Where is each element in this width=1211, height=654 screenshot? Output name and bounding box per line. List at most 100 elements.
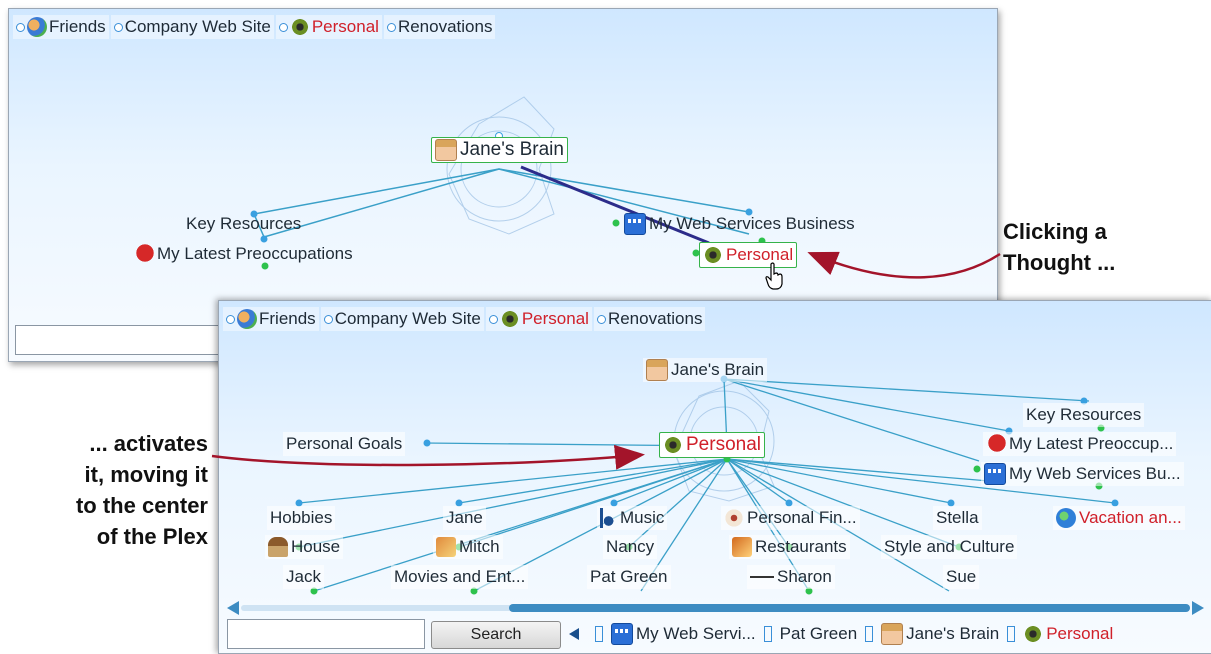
pin-label: Renovations bbox=[397, 17, 493, 36]
thought-my-web-services-business[interactable]: My Web Services Bu... bbox=[981, 462, 1184, 486]
thought-label: Hobbies bbox=[270, 508, 333, 527]
pin-dot-icon bbox=[323, 314, 333, 324]
thought-my-web-services-business[interactable]: My Web Services Business bbox=[621, 212, 858, 236]
thought-label: Personal bbox=[686, 434, 761, 455]
pin-friends[interactable]: Friends bbox=[223, 307, 319, 331]
thought-hobbies[interactable]: Hobbies bbox=[267, 506, 336, 530]
thought-mitch[interactable]: Mitch bbox=[433, 535, 503, 559]
thought-label: House bbox=[291, 537, 341, 556]
pin-dot-icon bbox=[16, 22, 25, 32]
search-input[interactable] bbox=[227, 619, 425, 649]
thought-label: Key Resources bbox=[1026, 405, 1142, 424]
pin-renovations[interactable]: Renovations bbox=[593, 307, 706, 331]
history-item-pat-green[interactable]: Pat Green bbox=[780, 624, 858, 644]
brain-window-after: Friends Company Web Site Personal Renova… bbox=[218, 300, 1211, 654]
pin-dot-icon bbox=[278, 22, 288, 32]
moth-icon bbox=[703, 245, 723, 265]
web-icon bbox=[984, 463, 1006, 485]
history-item-personal[interactable]: Personal bbox=[1023, 624, 1113, 644]
thought-style-and-culture[interactable]: Style and Culture bbox=[881, 535, 1018, 559]
search-input[interactable] bbox=[15, 325, 221, 355]
history-label: My Web Servi... bbox=[636, 624, 756, 643]
thought-jack[interactable]: Jack bbox=[283, 565, 324, 589]
callout-clicking-a-thought: Clicking a Thought ... bbox=[1003, 219, 1116, 275]
thought-label: Jane's Brain bbox=[671, 360, 765, 379]
thought-janes-brain[interactable]: Jane's Brain bbox=[643, 358, 768, 382]
pin-label: Personal bbox=[521, 309, 589, 328]
history-separator-icon bbox=[595, 626, 603, 642]
history-label: Personal bbox=[1046, 624, 1114, 643]
thought-sue[interactable]: Sue bbox=[943, 565, 980, 589]
back-arrow-icon[interactable] bbox=[569, 628, 579, 640]
thought-label: Movies and Ent... bbox=[394, 567, 526, 586]
history-separator-icon bbox=[865, 626, 874, 642]
friends-icon bbox=[237, 309, 257, 329]
thought-sharon[interactable]: Sharon bbox=[747, 565, 835, 589]
thought-label: My Latest Preoccupations bbox=[157, 244, 353, 263]
moth-icon bbox=[663, 435, 683, 455]
thought-my-latest-preoccupations[interactable]: My Latest Preoccup... bbox=[983, 432, 1177, 456]
pin-personal[interactable]: Personal bbox=[275, 15, 382, 39]
thought-nancy[interactable]: Nancy bbox=[603, 535, 658, 559]
thought-personal-active[interactable]: Personal bbox=[659, 432, 765, 458]
plex-watermark-icon bbox=[446, 96, 555, 235]
pin-renovations[interactable]: Renovations bbox=[383, 15, 496, 39]
pin-personal[interactable]: Personal bbox=[485, 307, 592, 331]
search-button[interactable]: Search bbox=[431, 621, 561, 649]
thought-janes-brain[interactable]: Jane's Brain bbox=[431, 137, 568, 163]
thought-restaurants[interactable]: Restaurants bbox=[729, 535, 850, 559]
heart-icon bbox=[986, 434, 1006, 454]
pin-dot-icon bbox=[113, 22, 123, 32]
scroll-right-arrow-icon[interactable] bbox=[1192, 601, 1204, 615]
thought-label: Sharon bbox=[777, 567, 832, 586]
scroll-thumb[interactable] bbox=[509, 604, 1190, 612]
thought-jane[interactable]: Jane bbox=[443, 506, 486, 530]
thought-movies[interactable]: Movies and Ent... bbox=[391, 565, 529, 589]
pin-label: Renovations bbox=[607, 309, 703, 328]
thought-label: Stella bbox=[936, 508, 979, 527]
thought-pat-green[interactable]: Pat Green bbox=[587, 565, 671, 589]
thought-key-resources[interactable]: Key Resources bbox=[1023, 403, 1145, 427]
thought-stella[interactable]: Stella bbox=[933, 506, 982, 530]
restaurant-icon bbox=[732, 537, 752, 557]
hand-cursor-icon bbox=[765, 262, 783, 290]
thought-music[interactable]: Music bbox=[597, 506, 668, 530]
thought-personal-goals[interactable]: Personal Goals bbox=[283, 432, 406, 456]
line-icon bbox=[750, 576, 774, 578]
pins-bar: Friends Company Web Site Personal Renova… bbox=[13, 15, 496, 39]
thought-my-latest-preoccupations[interactable]: My Latest Preoccupations bbox=[131, 242, 356, 266]
history-separator-icon bbox=[763, 626, 772, 642]
thought-label: Music bbox=[620, 508, 665, 527]
horizontal-scrollbar[interactable] bbox=[227, 601, 1204, 615]
scroll-left-arrow-icon[interactable] bbox=[227, 601, 239, 615]
web-icon bbox=[611, 623, 633, 645]
history-item-janes-brain[interactable]: Jane's Brain bbox=[881, 623, 999, 645]
history-bar: My Web Servi... Pat Green Jane's Brain P… bbox=[569, 619, 1113, 649]
thought-personal-finance[interactable]: Personal Fin... bbox=[721, 506, 860, 530]
pin-friends[interactable]: Friends bbox=[13, 15, 109, 39]
pin-label: Company Web Site bbox=[334, 309, 481, 328]
thought-house[interactable]: House bbox=[265, 535, 344, 559]
moth-icon bbox=[1023, 624, 1044, 644]
friends-icon bbox=[27, 17, 47, 37]
pins-bar: Friends Company Web Site Personal Renova… bbox=[223, 307, 706, 331]
eye-icon bbox=[724, 508, 744, 528]
moth-icon bbox=[499, 309, 520, 329]
pin-dot-icon bbox=[596, 314, 606, 324]
pin-dot-icon bbox=[386, 22, 396, 32]
thought-label: Mitch bbox=[459, 537, 500, 556]
globe-icon bbox=[1056, 508, 1076, 528]
mitch-icon bbox=[436, 537, 456, 557]
thought-key-resources[interactable]: Key Resources bbox=[183, 212, 304, 236]
thought-label: Jack bbox=[286, 567, 321, 586]
pin-label: Personal bbox=[311, 17, 379, 36]
thought-label: Vacation an... bbox=[1079, 508, 1182, 527]
thought-label: My Latest Preoccup... bbox=[1009, 434, 1174, 453]
thought-label: Restaurants bbox=[755, 537, 847, 556]
thought-vacation[interactable]: Vacation an... bbox=[1053, 506, 1185, 530]
thought-label: Jane's Brain bbox=[460, 139, 564, 160]
history-item-web-services[interactable]: My Web Servi... bbox=[611, 623, 756, 645]
pin-company-web-site[interactable]: Company Web Site bbox=[320, 307, 484, 331]
heart-icon bbox=[134, 244, 154, 264]
pin-company-web-site[interactable]: Company Web Site bbox=[110, 15, 274, 39]
